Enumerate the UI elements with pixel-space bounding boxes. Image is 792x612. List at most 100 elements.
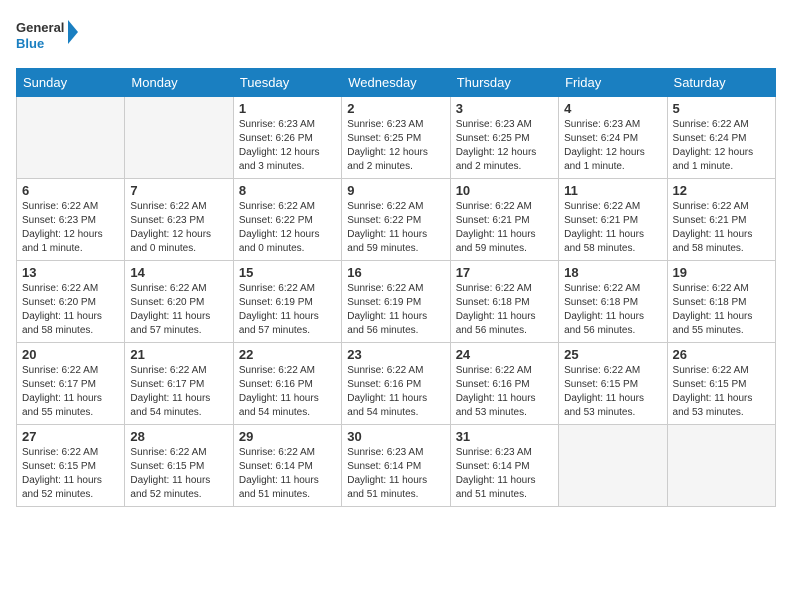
calendar-cell: 22Sunrise: 6:22 AMSunset: 6:16 PMDayligh… [233, 343, 341, 425]
day-info: Sunrise: 6:22 AMSunset: 6:15 PMDaylight:… [130, 446, 227, 502]
weekday-header-thursday: Thursday [450, 69, 558, 97]
day-info: Sunrise: 6:22 AMSunset: 6:23 PMDaylight:… [22, 200, 119, 256]
calendar-cell: 5 Sunrise: 6:22 AMSunset: 6:24 PMDaylight… [667, 97, 775, 179]
day-info: Sunrise: 6:22 AMSunset: 6:18 PMDaylight:… [673, 282, 770, 338]
calendar-cell: 20 Sunrise: 6:22 AMSunset: 6:17 PMDayligh… [17, 343, 125, 425]
calendar-cell: 19 Sunrise: 6:22 AMSunset: 6:18 PMDayligh… [667, 261, 775, 343]
day-info: Sunrise: 6:22 AMSunset: 6:21 PMDaylight:… [456, 200, 553, 256]
day-number: 28 [130, 429, 227, 444]
day-info: Sunrise: 6:22 AMSunset: 6:17 PMDaylight:… [130, 364, 227, 420]
calendar-cell: 10 Sunrise: 6:22 AMSunset: 6:21 PMDayligh… [450, 179, 558, 261]
day-number: 15 [239, 265, 336, 280]
calendar-cell: 15Sunrise: 6:22 AMSunset: 6:19 PMDayligh… [233, 261, 341, 343]
calendar-cell: 12Sunrise: 6:22 AMSunset: 6:21 PMDayligh… [667, 179, 775, 261]
weekday-header-tuesday: Tuesday [233, 69, 341, 97]
day-number: 6 [22, 183, 119, 198]
day-info: Sunrise: 6:22 AMSunset: 6:18 PMDaylight:… [564, 282, 661, 338]
calendar-cell: 13Sunrise: 6:22 AMSunset: 6:20 PMDayligh… [17, 261, 125, 343]
day-info: Sunrise: 6:22 AMSunset: 6:23 PMDaylight:… [130, 200, 227, 256]
weekday-header-wednesday: Wednesday [342, 69, 450, 97]
day-number: 31 [456, 429, 553, 444]
day-number: 7 [130, 183, 227, 198]
day-number: 12 [673, 183, 770, 198]
week-row-4: 20 Sunrise: 6:22 AMSunset: 6:17 PMDayligh… [17, 343, 776, 425]
day-number: 16 [347, 265, 444, 280]
week-row-5: 27 Sunrise: 6:22 AMSunset: 6:15 PMDayligh… [17, 425, 776, 507]
calendar-cell: 8 Sunrise: 6:22 AMSunset: 6:22 PMDaylight… [233, 179, 341, 261]
day-number: 20 [22, 347, 119, 362]
weekday-header-sunday: Sunday [17, 69, 125, 97]
day-number: 18 [564, 265, 661, 280]
day-number: 4 [564, 101, 661, 116]
day-info: Sunrise: 6:23 AMSunset: 6:14 PMDaylight:… [456, 446, 553, 502]
day-info: Sunrise: 6:22 AMSunset: 6:18 PMDaylight:… [456, 282, 553, 338]
day-info: Sunrise: 6:22 AMSunset: 6:14 PMDaylight:… [239, 446, 336, 502]
calendar-cell [559, 425, 667, 507]
day-number: 21 [130, 347, 227, 362]
calendar-cell: 16 Sunrise: 6:22 AMSunset: 6:19 PMDayligh… [342, 261, 450, 343]
day-info: Sunrise: 6:22 AMSunset: 6:20 PMDaylight:… [130, 282, 227, 338]
day-number: 17 [456, 265, 553, 280]
calendar-cell: 29 Sunrise: 6:22 AMSunset: 6:14 PMDayligh… [233, 425, 341, 507]
day-number: 5 [673, 101, 770, 116]
calendar-cell: 4 Sunrise: 6:23 AMSunset: 6:24 PMDaylight… [559, 97, 667, 179]
day-number: 30 [347, 429, 444, 444]
day-number: 1 [239, 101, 336, 116]
svg-text:Blue: Blue [16, 36, 44, 51]
day-number: 23 [347, 347, 444, 362]
weekday-header-saturday: Saturday [667, 69, 775, 97]
day-info: Sunrise: 6:22 AMSunset: 6:16 PMDaylight:… [456, 364, 553, 420]
day-number: 24 [456, 347, 553, 362]
calendar-cell: 31 Sunrise: 6:23 AMSunset: 6:14 PMDayligh… [450, 425, 558, 507]
calendar-cell: 1 Sunrise: 6:23 AMSunset: 6:26 PMDaylight… [233, 97, 341, 179]
day-info: Sunrise: 6:22 AMSunset: 6:17 PMDaylight:… [22, 364, 119, 420]
week-row-2: 6 Sunrise: 6:22 AMSunset: 6:23 PMDaylight… [17, 179, 776, 261]
calendar-table: SundayMondayTuesdayWednesdayThursdayFrid… [16, 68, 776, 507]
day-info: Sunrise: 6:22 AMSunset: 6:21 PMDaylight:… [564, 200, 661, 256]
day-info: Sunrise: 6:22 AMSunset: 6:16 PMDaylight:… [347, 364, 444, 420]
day-number: 11 [564, 183, 661, 198]
calendar-cell: 21 Sunrise: 6:22 AMSunset: 6:17 PMDayligh… [125, 343, 233, 425]
calendar-cell: 11 Sunrise: 6:22 AMSunset: 6:21 PMDayligh… [559, 179, 667, 261]
day-info: Sunrise: 6:22 AMSunset: 6:19 PMDaylight:… [347, 282, 444, 338]
day-info: Sunrise: 6:23 AMSunset: 6:14 PMDaylight:… [347, 446, 444, 502]
calendar-cell: 9 Sunrise: 6:22 AMSunset: 6:22 PMDaylight… [342, 179, 450, 261]
calendar-cell: 25Sunrise: 6:22 AMSunset: 6:15 PMDayligh… [559, 343, 667, 425]
calendar-cell: 30 Sunrise: 6:23 AMSunset: 6:14 PMDayligh… [342, 425, 450, 507]
calendar-cell: 28 Sunrise: 6:22 AMSunset: 6:15 PMDayligh… [125, 425, 233, 507]
day-number: 3 [456, 101, 553, 116]
weekday-header-monday: Monday [125, 69, 233, 97]
day-info: Sunrise: 6:22 AMSunset: 6:22 PMDaylight:… [239, 200, 336, 256]
day-info: Sunrise: 6:23 AMSunset: 6:25 PMDaylight:… [456, 118, 553, 174]
day-info: Sunrise: 6:23 AMSunset: 6:26 PMDaylight:… [239, 118, 336, 174]
calendar-cell: 2Sunrise: 6:23 AMSunset: 6:25 PMDaylight… [342, 97, 450, 179]
svg-text:General: General [16, 20, 64, 35]
day-info: Sunrise: 6:23 AMSunset: 6:24 PMDaylight:… [564, 118, 661, 174]
day-number: 26 [673, 347, 770, 362]
day-number: 10 [456, 183, 553, 198]
calendar-cell: 23 Sunrise: 6:22 AMSunset: 6:16 PMDayligh… [342, 343, 450, 425]
day-info: Sunrise: 6:22 AMSunset: 6:24 PMDaylight:… [673, 118, 770, 174]
day-number: 22 [239, 347, 336, 362]
weekday-header-row: SundayMondayTuesdayWednesdayThursdayFrid… [17, 69, 776, 97]
day-number: 2 [347, 101, 444, 116]
day-number: 8 [239, 183, 336, 198]
calendar-cell: 18 Sunrise: 6:22 AMSunset: 6:18 PMDayligh… [559, 261, 667, 343]
day-number: 29 [239, 429, 336, 444]
calendar-cell: 24 Sunrise: 6:22 AMSunset: 6:16 PMDayligh… [450, 343, 558, 425]
day-info: Sunrise: 6:22 AMSunset: 6:20 PMDaylight:… [22, 282, 119, 338]
day-info: Sunrise: 6:22 AMSunset: 6:15 PMDaylight:… [22, 446, 119, 502]
logo-svg: General Blue [16, 16, 86, 56]
day-info: Sunrise: 6:22 AMSunset: 6:22 PMDaylight:… [347, 200, 444, 256]
day-number: 27 [22, 429, 119, 444]
day-number: 25 [564, 347, 661, 362]
calendar-cell [125, 97, 233, 179]
calendar-cell [667, 425, 775, 507]
day-number: 9 [347, 183, 444, 198]
logo: General Blue [16, 16, 86, 56]
day-number: 19 [673, 265, 770, 280]
calendar-cell: 26Sunrise: 6:22 AMSunset: 6:15 PMDayligh… [667, 343, 775, 425]
calendar-cell [17, 97, 125, 179]
week-row-3: 13Sunrise: 6:22 AMSunset: 6:20 PMDayligh… [17, 261, 776, 343]
calendar-cell: 17 Sunrise: 6:22 AMSunset: 6:18 PMDayligh… [450, 261, 558, 343]
